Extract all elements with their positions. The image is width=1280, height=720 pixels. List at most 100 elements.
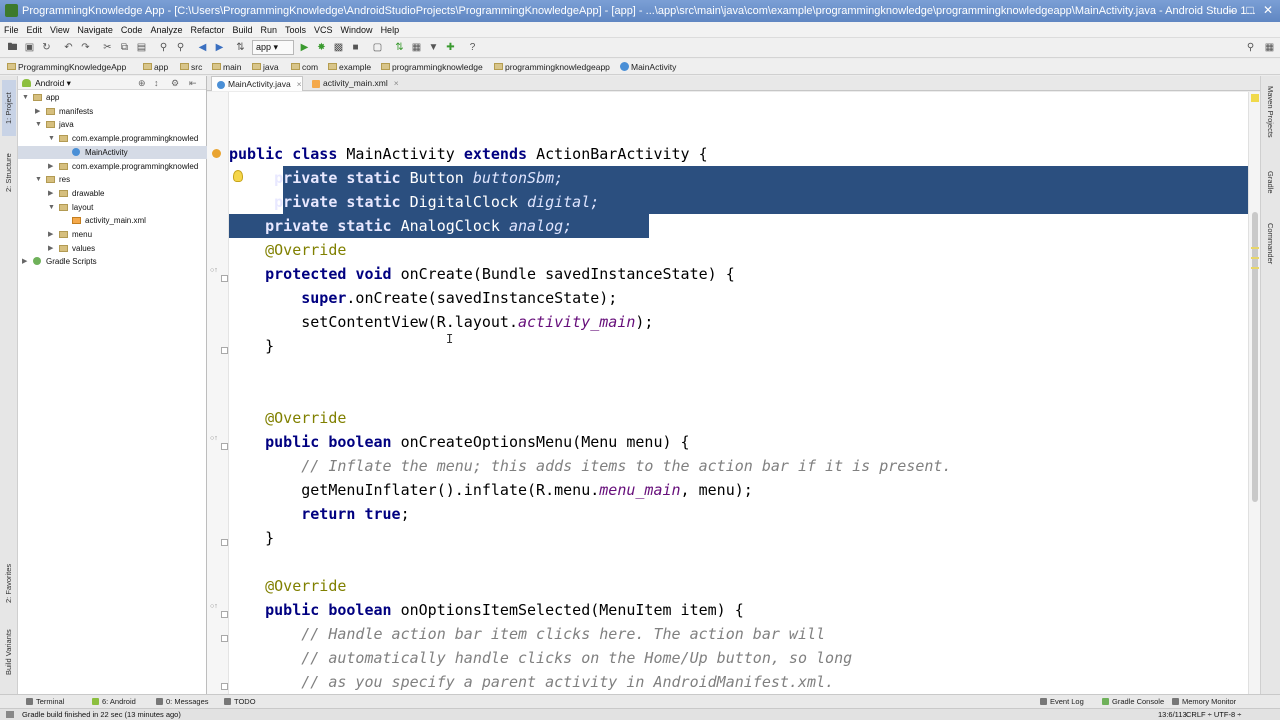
- close-icon[interactable]: ✕: [1260, 2, 1276, 18]
- inspection-status-icon[interactable]: [1251, 94, 1259, 102]
- tree-item[interactable]: ▶ menu: [18, 228, 207, 241]
- menu-vcs[interactable]: VCS: [310, 22, 337, 38]
- expand-arrow-icon[interactable]: ▶: [48, 228, 56, 241]
- sync-icon[interactable]: ↻: [40, 41, 53, 54]
- scroll-marker[interactable]: [1251, 267, 1259, 269]
- tree-item[interactable]: ▶ Gradle Scripts: [18, 255, 207, 268]
- run-icon[interactable]: ▶: [298, 41, 311, 54]
- unfold-oncreate-icon[interactable]: [221, 347, 228, 354]
- expand-arrow-icon[interactable]: ▶: [35, 105, 43, 118]
- project-tool-tab[interactable]: 1: Project: [2, 80, 16, 136]
- open-folder-icon[interactable]: 🖿: [6, 41, 19, 54]
- structure-tool-tab[interactable]: 2: Structure: [2, 140, 16, 206]
- settings-icon[interactable]: ▦: [1263, 41, 1276, 54]
- crumb-src[interactable]: src: [179, 60, 202, 74]
- scrollbar-thumb[interactable]: [1252, 212, 1258, 502]
- fold-item-icon[interactable]: [221, 611, 228, 618]
- editor-scrollbar[interactable]: [1248, 92, 1260, 694]
- hide-panel-icon[interactable]: ⇤: [189, 77, 197, 89]
- code-editor[interactable]: public class MainActivity extends Action…: [229, 92, 1248, 694]
- crumb-com[interactable]: com: [290, 60, 318, 74]
- unfold-comment-icon[interactable]: [221, 683, 228, 690]
- override-marker-icon[interactable]: [212, 149, 221, 158]
- stop-icon[interactable]: ■: [349, 41, 362, 54]
- fold-menu-icon[interactable]: [221, 443, 228, 450]
- tool-windows-icon[interactable]: [6, 711, 14, 718]
- back-icon[interactable]: ◀: [196, 41, 209, 54]
- scroll-marker[interactable]: [1251, 247, 1259, 249]
- menu-refactor[interactable]: Refactor: [186, 22, 228, 38]
- crumb-main[interactable]: main: [211, 60, 241, 74]
- collapse-arrow-icon[interactable]: ▼: [48, 132, 56, 145]
- favorites-tool-tab[interactable]: 2: Favorites: [2, 552, 16, 614]
- memory-monitor-tool-tab[interactable]: Memory Monitor: [1170, 695, 1236, 708]
- tree-item[interactable]: ▶ drawable: [18, 187, 207, 200]
- tree-item[interactable]: ▶ manifests: [18, 105, 207, 118]
- menu-view[interactable]: View: [46, 22, 73, 38]
- scroll-marker[interactable]: [1251, 257, 1259, 259]
- menu-help[interactable]: Help: [377, 22, 404, 38]
- crumb-mainactivity[interactable]: MainActivity: [619, 60, 676, 74]
- redo-icon[interactable]: ↷: [79, 41, 92, 54]
- gradle-tool-tab[interactable]: Gradle: [1263, 162, 1277, 202]
- crumb-programmingknowledge[interactable]: programmingknowledge: [380, 60, 483, 74]
- tree-item[interactable]: ▶ values: [18, 242, 207, 255]
- minimize-icon[interactable]: –: [1224, 2, 1240, 18]
- android-tool-tab[interactable]: 6: Android: [90, 695, 136, 708]
- run-config-select[interactable]: app ▾: [252, 40, 294, 55]
- cut-icon[interactable]: ✂: [101, 41, 114, 54]
- collapse-all-icon[interactable]: ↕: [154, 77, 159, 89]
- override-gutter-icon[interactable]: ○↑: [210, 435, 218, 442]
- android-device-monitor-icon[interactable]: ✚: [444, 41, 457, 54]
- expand-arrow-icon[interactable]: ▶: [48, 187, 56, 200]
- maximize-icon[interactable]: □: [1242, 2, 1258, 18]
- sdk-manager-icon[interactable]: ▼: [427, 41, 440, 54]
- tree-item[interactable]: ▼ com.example.programmingknowled: [18, 132, 207, 145]
- save-icon[interactable]: ▣: [23, 41, 36, 54]
- tree-item[interactable]: ▼ app: [18, 91, 207, 104]
- sync-with-editor-icon[interactable]: ⊕: [138, 77, 146, 89]
- close-tab-icon[interactable]: ×: [394, 78, 399, 88]
- status-message[interactable]: Gradle build finished in 22 sec (13 minu…: [22, 709, 181, 720]
- tree-item[interactable]: ▼ java: [18, 118, 207, 131]
- commander-tool-tab[interactable]: Commander: [1263, 216, 1277, 272]
- terminal-tool-tab[interactable]: Terminal: [24, 695, 64, 708]
- maven-projects-tool-tab[interactable]: Maven Projects: [1263, 82, 1277, 142]
- tree-item[interactable]: ▶ com.example.programmingknowled: [18, 160, 207, 173]
- menu-code[interactable]: Code: [117, 22, 147, 38]
- collapse-arrow-icon[interactable]: ▼: [48, 201, 56, 214]
- menu-tools[interactable]: Tools: [281, 22, 310, 38]
- tree-item[interactable]: activity_main.xml: [18, 214, 207, 227]
- todo-tool-tab[interactable]: TODO: [222, 695, 256, 708]
- paste-icon[interactable]: ▤: [135, 41, 148, 54]
- debug-icon[interactable]: ✸: [315, 41, 328, 54]
- crumb-app[interactable]: app: [142, 60, 168, 74]
- gradle-console-tool-tab[interactable]: Gradle Console: [1100, 695, 1164, 708]
- tree-item[interactable]: ▼ res: [18, 173, 207, 186]
- search-everywhere-icon[interactable]: ⚲: [1244, 41, 1257, 54]
- override-gutter-icon[interactable]: ○↑: [210, 603, 218, 610]
- help-icon[interactable]: ?: [466, 41, 479, 54]
- crumb-programmingknowledgeapp[interactable]: programmingknowledgeapp: [493, 60, 610, 74]
- expand-arrow-icon[interactable]: ▶: [48, 160, 56, 173]
- tree-item[interactable]: MainActivity: [18, 145, 207, 159]
- avd-manager-icon[interactable]: ▢: [371, 41, 384, 54]
- undo-icon[interactable]: ↶: [62, 41, 75, 54]
- tab-mainactivity-java[interactable]: MainActivity.java ×: [211, 76, 303, 91]
- fold-comment-icon[interactable]: [221, 635, 228, 642]
- menu-edit[interactable]: Edit: [23, 22, 47, 38]
- override-gutter-icon[interactable]: ○↑: [210, 267, 218, 274]
- collapse-arrow-icon[interactable]: ▼: [35, 118, 43, 131]
- fold-oncreate-icon[interactable]: [221, 275, 228, 282]
- panel-settings-icon[interactable]: ⚙: [171, 77, 179, 89]
- menu-analyze[interactable]: Analyze: [146, 22, 186, 38]
- unfold-menu-icon[interactable]: [221, 539, 228, 546]
- expand-arrow-icon[interactable]: ▶: [22, 255, 30, 268]
- project-view-selector[interactable]: Android ▾: [22, 77, 71, 89]
- collapse-arrow-icon[interactable]: ▼: [35, 173, 43, 186]
- forward-icon[interactable]: ▶: [213, 41, 226, 54]
- tree-item[interactable]: ▼ layout: [18, 201, 207, 214]
- line-separator-encoding[interactable]: CRLF ÷ UTF-8 ÷: [1186, 709, 1241, 720]
- crumb-project[interactable]: ProgrammingKnowledgeApp: [6, 60, 126, 74]
- crumb-java[interactable]: java: [251, 60, 279, 74]
